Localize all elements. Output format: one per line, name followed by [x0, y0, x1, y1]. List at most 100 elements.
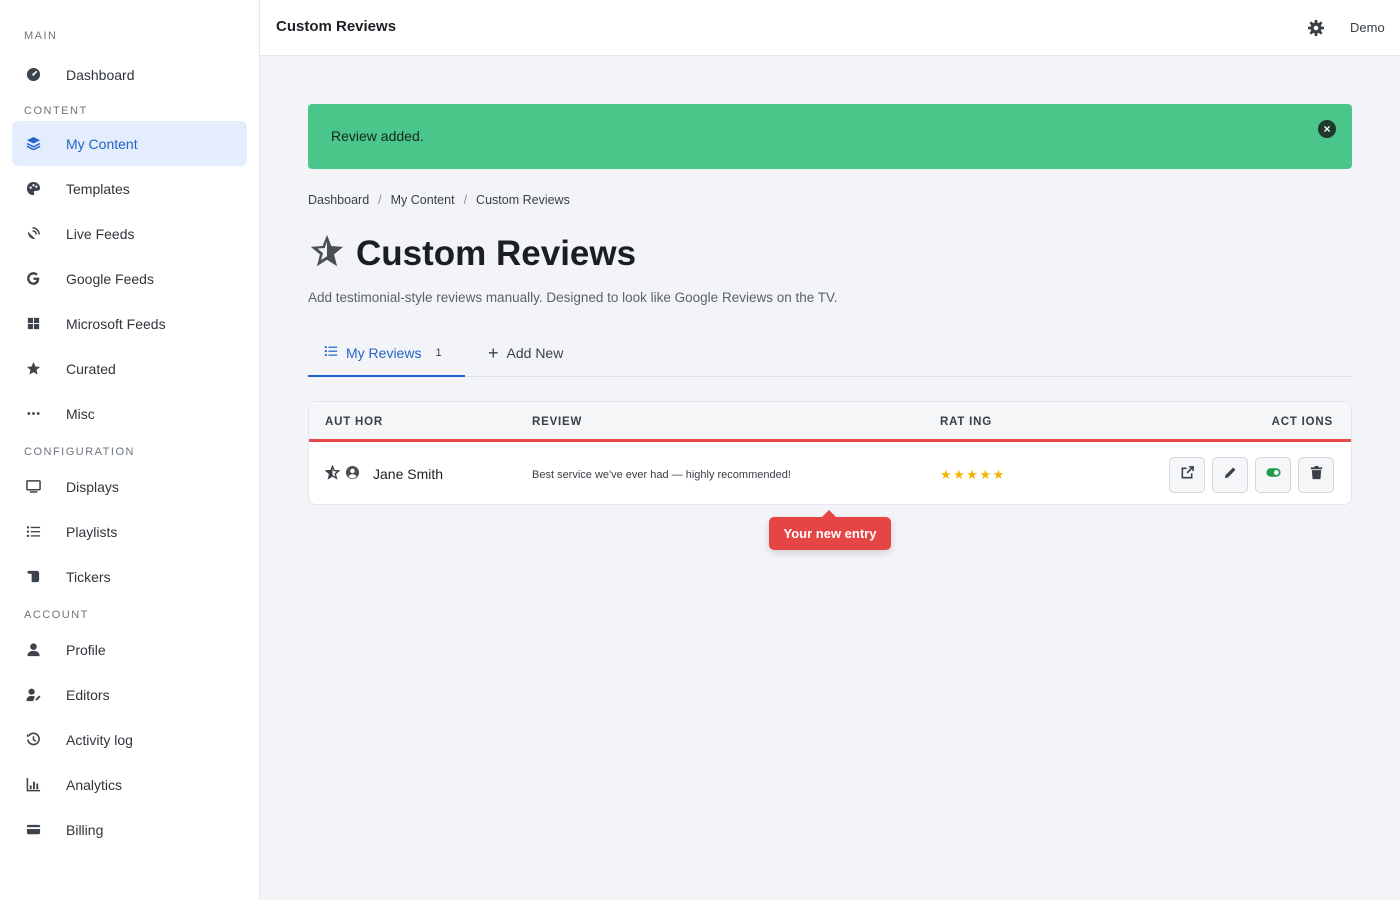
sidebar-item-label: My Content	[66, 135, 138, 152]
section-label-account: ACCOUNT	[24, 609, 89, 621]
sidebar-item-playlists[interactable]: Playlists	[12, 509, 247, 554]
sidebar-item-dashboard[interactable]: Dashboard	[12, 52, 247, 97]
scroll-icon	[24, 568, 42, 586]
toggle-on-icon	[1265, 465, 1281, 485]
breadcrumb-separator: /	[378, 193, 382, 207]
star-icon	[308, 232, 356, 275]
sidebar: MAIN Dashboard CONTENT My Content Templa…	[0, 0, 260, 900]
tab-count-badge: 1	[435, 346, 442, 359]
column-header-rating: RAT ING	[940, 416, 993, 428]
sidebar-item-google-feeds[interactable]: Google Feeds	[12, 256, 247, 301]
breadcrumb-separator: /	[463, 193, 468, 207]
sidebar-item-curated[interactable]: Curated	[12, 346, 247, 391]
pencil-icon	[1223, 465, 1238, 485]
alert-message: Review added.	[331, 128, 424, 144]
topbar-title: Custom Reviews	[276, 18, 397, 35]
author-cell: Jane Smith	[324, 464, 444, 483]
edit-button[interactable]	[1212, 457, 1248, 493]
sidebar-item-profile[interactable]: Profile	[12, 627, 247, 672]
sidebar-item-live-feeds[interactable]: Live Feeds	[12, 211, 247, 256]
sidebar-item-displays[interactable]: Displays	[12, 464, 247, 509]
column-header-actions: ACT IONS	[1271, 416, 1333, 428]
tabs: My Reviews 1 + Add New	[308, 330, 1352, 377]
sidebar-item-label: Google Feeds	[66, 270, 154, 287]
user-circle-icon	[345, 465, 365, 483]
breadcrumb-item-dashboard[interactable]: Dashboard	[308, 193, 369, 207]
ellipsis-icon	[24, 405, 42, 423]
star-rating: ★★★★★	[940, 467, 1006, 482]
sidebar-item-misc[interactable]: Misc	[12, 391, 247, 436]
palette-icon	[24, 180, 42, 198]
breadcrumb-item-my-content[interactable]: My Content	[391, 193, 455, 207]
sidebar-item-microsoft-feeds[interactable]: Microsoft Feeds	[12, 301, 247, 346]
breadcrumb: Dashboard / My Content / Custom Reviews	[308, 193, 570, 207]
delete-button[interactable]	[1298, 457, 1334, 493]
star-icon	[24, 360, 42, 378]
credit-card-icon	[24, 821, 42, 839]
layers-icon	[24, 135, 42, 153]
windows-icon	[24, 315, 42, 333]
tab-label: My Reviews	[346, 344, 422, 361]
sidebar-item-label: Activity log	[66, 731, 133, 748]
gear-icon[interactable]	[1306, 18, 1326, 38]
trash-icon	[1309, 465, 1324, 485]
list-icon	[324, 344, 346, 361]
history-icon	[24, 731, 42, 749]
section-label-content: CONTENT	[24, 105, 88, 117]
sidebar-item-label: Dashboard	[66, 66, 135, 83]
tab-label: Add New	[506, 345, 564, 361]
reviews-table: AUT HOR REVIEW RAT ING ACT IONS Jane Smi…	[308, 401, 1352, 505]
sidebar-item-templates[interactable]: Templates	[12, 166, 247, 211]
toggle-button[interactable]	[1255, 457, 1291, 493]
sidebar-item-label: Editors	[66, 686, 110, 703]
sidebar-item-my-content[interactable]: My Content	[12, 121, 247, 166]
monitor-icon	[24, 478, 42, 496]
sidebar-item-label: Microsoft Feeds	[66, 315, 166, 332]
external-link-icon	[1180, 465, 1195, 485]
success-alert: Review added. ×	[308, 104, 1352, 169]
section-label-main: MAIN	[24, 30, 58, 42]
column-header-author: AUT HOR	[325, 416, 383, 428]
sidebar-item-billing[interactable]: Billing	[12, 807, 247, 852]
tab-add-new[interactable]: + Add New	[488, 330, 563, 376]
sidebar-item-editors[interactable]: Editors	[12, 672, 247, 717]
sidebar-item-label: Misc	[66, 405, 95, 422]
page-title: Custom Reviews	[356, 233, 637, 273]
tab-my-reviews[interactable]: My Reviews 1	[308, 330, 465, 377]
review-text: Best service we've ever had — highly rec…	[532, 469, 791, 481]
column-header-review: REVIEW	[532, 416, 583, 428]
sidebar-item-label: Templates	[66, 180, 130, 197]
gauge-icon	[24, 66, 42, 84]
sidebar-item-label: Profile	[66, 641, 106, 658]
sidebar-item-label: Live Feeds	[66, 225, 135, 242]
close-icon[interactable]: ×	[1318, 120, 1336, 138]
new-entry-tooltip: Your new entry	[769, 510, 891, 550]
section-label-configuration: CONFIGURATION	[24, 446, 135, 458]
satellite-dish-icon	[24, 225, 42, 243]
user-pen-icon	[24, 686, 42, 704]
page-description: Add testimonial-style reviews manually. …	[308, 290, 838, 305]
list-icon	[24, 523, 42, 541]
sidebar-item-label: Curated	[66, 360, 116, 377]
author-name: Jane Smith	[373, 466, 444, 482]
open-button[interactable]	[1169, 457, 1205, 493]
google-icon	[24, 270, 42, 288]
sidebar-item-analytics[interactable]: Analytics	[12, 762, 247, 807]
table-header: AUT HOR REVIEW RAT ING ACT IONS	[309, 402, 1351, 441]
sidebar-item-label: Tickers	[66, 568, 111, 585]
sidebar-item-tickers[interactable]: Tickers	[12, 554, 247, 599]
sidebar-item-activity-log[interactable]: Activity log	[12, 717, 247, 762]
user-menu[interactable]: Demo	[1350, 20, 1385, 35]
sidebar-item-label: Billing	[66, 821, 104, 838]
table-row: Jane Smith Best service we've ever had —…	[309, 442, 1351, 504]
row-actions	[1162, 457, 1334, 493]
sidebar-item-label: Displays	[66, 478, 119, 495]
sidebar-item-label: Analytics	[66, 776, 123, 793]
breadcrumb-item-current: Custom Reviews	[476, 193, 570, 207]
chart-icon	[24, 776, 42, 794]
sidebar-item-label: Playlists	[66, 523, 118, 540]
top-bar: Custom Reviews Demo	[260, 0, 1400, 56]
plus-icon: +	[488, 343, 499, 363]
page-heading: Custom Reviews	[308, 232, 636, 275]
user-icon	[24, 641, 42, 659]
